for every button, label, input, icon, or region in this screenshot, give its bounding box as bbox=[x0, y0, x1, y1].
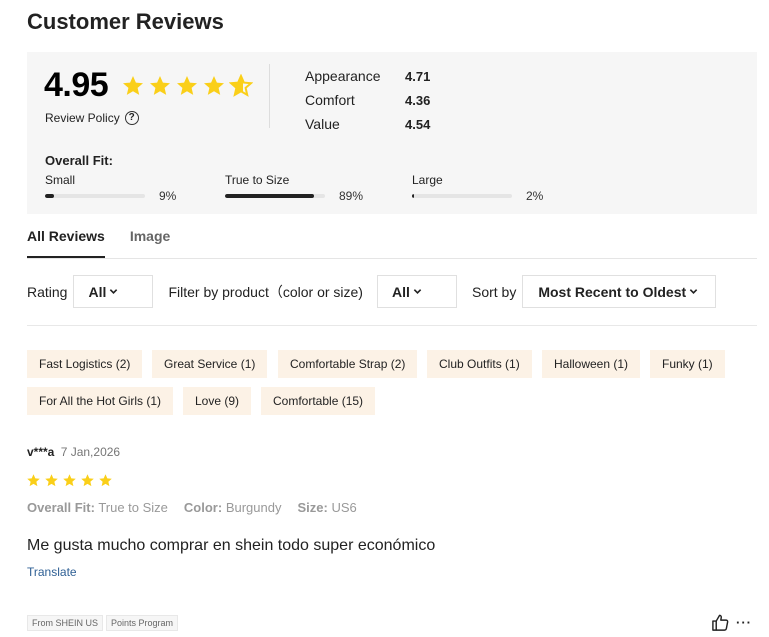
more-options-icon[interactable]: ··· bbox=[736, 616, 752, 629]
fit-attr-value: True to Size bbox=[98, 500, 168, 515]
page-title: Customer Reviews bbox=[27, 9, 224, 34]
star-icon bbox=[81, 474, 94, 487]
tab-image[interactable]: Image bbox=[130, 228, 170, 258]
color-attr-value: Burgundy bbox=[225, 500, 282, 515]
rating-filter-select[interactable]: All bbox=[73, 275, 154, 308]
overall-fit-title: Overall Fit: bbox=[45, 153, 113, 168]
sub-ratings: Appearance 4.71 Comfort 4.36 Value 4.54 bbox=[305, 64, 430, 136]
sort-label: Sort by bbox=[471, 283, 517, 300]
star-icon bbox=[150, 76, 170, 95]
fit-progress-bar bbox=[225, 194, 325, 198]
sub-rating-value: 4.54 bbox=[405, 116, 431, 132]
sub-rating-label: Comfort bbox=[305, 92, 355, 108]
review-fit: Overall Fit: True to Size bbox=[27, 500, 168, 515]
review-policy-link[interactable]: Review Policy ? bbox=[45, 111, 139, 125]
sub-rating-value: 4.71 bbox=[405, 68, 431, 84]
size-attr-value: US6 bbox=[331, 500, 357, 515]
fit-attr-label: Overall Fit: bbox=[27, 500, 95, 515]
fit-label: True to Size bbox=[225, 173, 290, 187]
sort-value: Most Recent to Oldest bbox=[538, 283, 687, 300]
review-color: Color: Burgundy bbox=[184, 500, 282, 515]
fit-percent: 2% bbox=[526, 189, 544, 203]
sub-rating-row: Value 4.54 bbox=[305, 112, 430, 136]
divider bbox=[269, 64, 270, 128]
thumbs-up-icon[interactable] bbox=[711, 613, 730, 632]
fit-progress-bar bbox=[45, 194, 145, 198]
question-circle-icon[interactable]: ? bbox=[124, 111, 139, 125]
sub-rating-label: Appearance bbox=[305, 68, 381, 84]
review-tag[interactable]: Halloween (1) bbox=[542, 350, 641, 378]
product-filter-label: Filter by product（color or size) bbox=[168, 283, 363, 300]
star-icon bbox=[27, 474, 40, 487]
chevron-down-icon bbox=[110, 289, 118, 294]
reviewer-name: v***a bbox=[27, 445, 55, 459]
fit-percent: 9% bbox=[159, 189, 177, 203]
tab-all-reviews[interactable]: All Reviews bbox=[27, 228, 105, 258]
product-filter-value: All bbox=[391, 283, 410, 300]
review-tag[interactable]: For All the Hot Girls (1) bbox=[27, 387, 174, 415]
review-header: v***a 7 Jan,2026 bbox=[27, 445, 120, 459]
translate-link[interactable]: Translate bbox=[27, 565, 77, 579]
star-icon bbox=[177, 76, 197, 95]
fit-label: Large bbox=[412, 173, 443, 187]
overall-rating: 4.95 bbox=[44, 66, 109, 104]
review-stars bbox=[26, 473, 113, 488]
review-text: Me gusta mucho comprar en shein todo sup… bbox=[27, 537, 436, 554]
review-tag[interactable]: Great Service (1) bbox=[152, 350, 268, 378]
size-attr-label: Size: bbox=[297, 500, 328, 515]
fit-large: Large 2% bbox=[412, 173, 543, 203]
fit-progress-bar bbox=[412, 194, 512, 198]
sub-rating-row: Appearance 4.71 bbox=[305, 64, 430, 88]
review-tag[interactable]: Fast Logistics (2) bbox=[27, 350, 143, 378]
rating-summary-panel: 4.95 Review Policy ? Appearance 4.71 Com… bbox=[27, 52, 757, 214]
fit-percent: 89% bbox=[339, 189, 364, 203]
fit-small: Small 9% bbox=[45, 173, 176, 203]
filter-bar: Rating All Filter by product（color or si… bbox=[27, 275, 717, 308]
star-icon bbox=[123, 76, 143, 95]
sub-rating-value: 4.36 bbox=[405, 92, 431, 108]
chevron-down-icon bbox=[689, 289, 698, 294]
half-star-icon bbox=[229, 74, 253, 97]
fit-true-to-size: True to Size 89% bbox=[225, 173, 363, 203]
divider bbox=[27, 325, 757, 326]
color-attr-label: Color: bbox=[183, 500, 223, 515]
review-tag[interactable]: Comfortable Strap (2) bbox=[278, 350, 418, 378]
review-tag[interactable]: Comfortable (15) bbox=[261, 387, 376, 415]
rating-filter-label: Rating bbox=[27, 283, 68, 300]
review-size: Size: US6 bbox=[297, 500, 356, 515]
review-tag[interactable]: Club Outfits (1) bbox=[427, 350, 532, 378]
source-badge: From SHEIN US bbox=[27, 615, 104, 631]
rating-filter-value: All bbox=[88, 283, 107, 300]
review-attributes: Overall Fit: True to Size Color: Burgund… bbox=[27, 500, 357, 515]
product-filter-select[interactable]: All bbox=[376, 275, 457, 308]
review-tag[interactable]: Love (9) bbox=[183, 387, 252, 415]
chevron-down-icon bbox=[413, 289, 422, 294]
review-tabs: All Reviews Image bbox=[27, 228, 757, 259]
sub-rating-row: Comfort 4.36 bbox=[305, 88, 430, 112]
star-icon bbox=[63, 474, 76, 487]
review-date: 7 Jan,2026 bbox=[60, 445, 121, 459]
sort-select[interactable]: Most Recent to Oldest bbox=[522, 275, 717, 308]
star-icon bbox=[99, 474, 112, 487]
points-badge: Points Program bbox=[106, 615, 179, 631]
review-tag[interactable]: Funky (1) bbox=[650, 350, 725, 378]
overall-stars bbox=[121, 74, 253, 98]
fit-label: Small bbox=[45, 173, 76, 187]
review-policy-label: Review Policy bbox=[45, 111, 120, 125]
sub-rating-label: Value bbox=[305, 116, 340, 132]
star-icon bbox=[204, 76, 224, 95]
star-icon bbox=[45, 474, 58, 487]
